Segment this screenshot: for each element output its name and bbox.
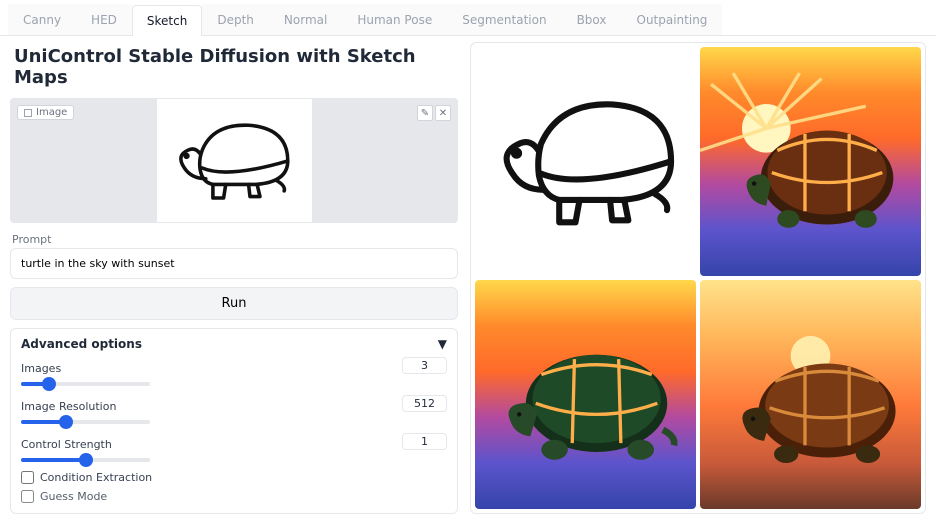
output-gallery[interactable] <box>470 42 926 514</box>
images-value[interactable]: 3 <box>402 357 447 374</box>
images-slider[interactable] <box>21 382 150 386</box>
resolution-value[interactable]: 512 <box>402 395 447 412</box>
strength-slider[interactable] <box>21 458 150 462</box>
close-icon[interactable]: ✕ <box>435 105 451 121</box>
image-tag: Image <box>17 105 74 120</box>
tab-segmentation[interactable]: Segmentation <box>447 4 561 35</box>
tab-bbox[interactable]: Bbox <box>562 4 622 35</box>
tab-human-pose[interactable]: Human Pose <box>342 4 447 35</box>
advanced-options-toggle[interactable]: Advanced options ▼ <box>21 337 447 351</box>
resolution-slider-label: Image Resolution <box>21 400 116 413</box>
resolution-slider[interactable] <box>21 420 150 424</box>
prompt-input[interactable] <box>10 248 458 279</box>
tab-depth[interactable]: Depth <box>202 4 269 35</box>
strength-value[interactable]: 1 <box>402 433 447 450</box>
input-image-box[interactable]: Image ✎ ✕ <box>10 98 458 223</box>
guess-mode-checkbox[interactable]: Guess Mode <box>21 490 447 503</box>
images-slider-label: Images <box>21 362 61 375</box>
advanced-options-label: Advanced options <box>21 337 142 351</box>
tab-outpainting[interactable]: Outpainting <box>622 4 723 35</box>
tabs: CannyHEDSketchDepthNormalHuman PoseSegme… <box>0 0 936 36</box>
chevron-down-icon: ▼ <box>438 337 447 351</box>
tab-canny[interactable]: Canny <box>8 4 76 35</box>
tab-hed[interactable]: HED <box>76 4 132 35</box>
run-button[interactable]: Run <box>10 287 458 320</box>
prompt-label: Prompt <box>12 233 456 246</box>
output-2[interactable] <box>700 47 921 276</box>
strength-slider-label: Control Strength <box>21 438 112 451</box>
tab-normal[interactable]: Normal <box>269 4 342 35</box>
page-title: UniControl Stable Diffusion with Sketch … <box>14 46 458 88</box>
edit-icon[interactable]: ✎ <box>417 105 433 121</box>
sketch-preview <box>157 99 312 222</box>
output-4[interactable] <box>700 280 921 509</box>
output-3[interactable] <box>475 280 696 509</box>
output-1-sketch[interactable] <box>475 47 696 276</box>
tab-sketch[interactable]: Sketch <box>132 5 202 36</box>
condition-extraction-checkbox[interactable]: Condition Extraction <box>21 471 447 484</box>
